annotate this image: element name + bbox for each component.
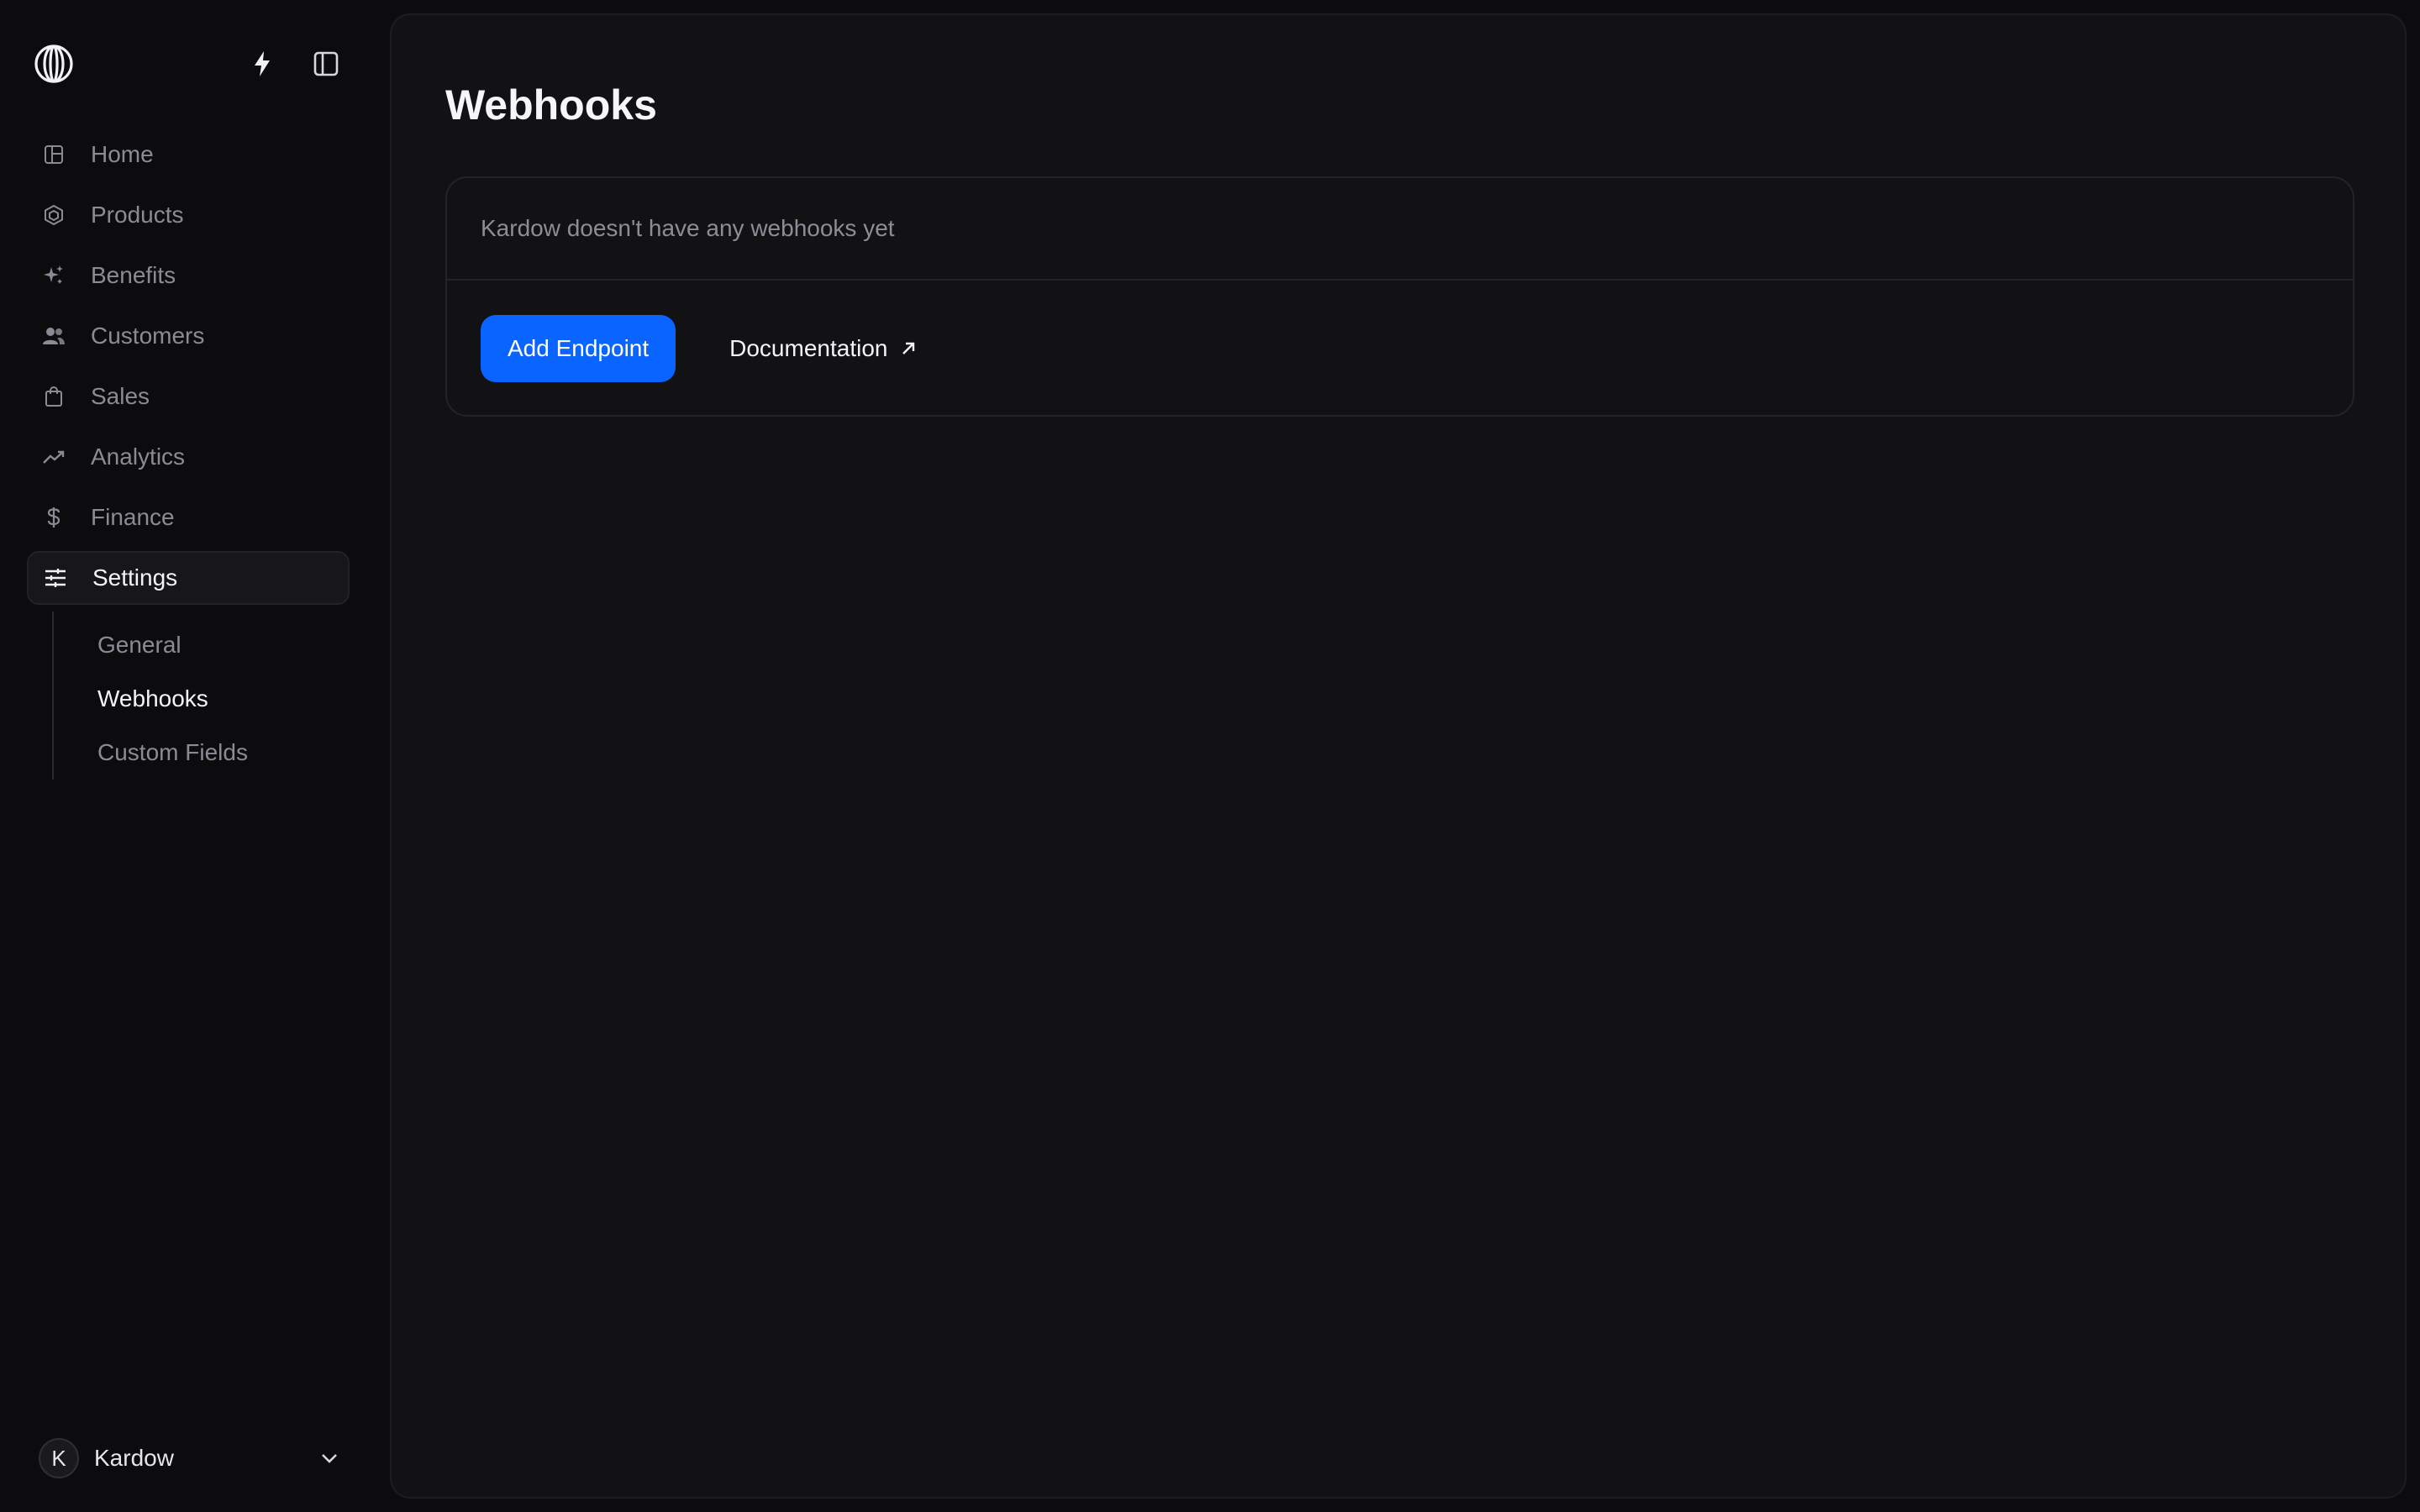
users-icon: [42, 324, 66, 348]
page-title: Webhooks: [445, 81, 657, 129]
sidebar-item-label: Analytics: [91, 444, 186, 470]
sidebar-item-products[interactable]: Products: [27, 188, 350, 242]
settings-subnav: General Webhooks Custom Fields: [52, 612, 338, 780]
sidebar-item-home[interactable]: Home: [27, 128, 350, 181]
sidebar-item-label: Benefits: [91, 262, 176, 288]
sidebar-item-label: Customers: [91, 323, 205, 349]
subnav-item-general[interactable]: General: [54, 618, 338, 672]
sidebar-item-sales[interactable]: Sales: [27, 370, 350, 423]
shopping-bag-icon: [42, 385, 66, 408]
sidebar-item-label: Products: [91, 202, 184, 228]
sidebar-item-label: Finance: [91, 504, 175, 530]
dollar-icon: [42, 506, 66, 529]
chevron-down-icon: [318, 1446, 341, 1470]
polar-logo-icon[interactable]: [34, 44, 74, 84]
account-name: Kardow: [94, 1445, 174, 1471]
sidebar-item-customers[interactable]: Customers: [27, 309, 350, 363]
documentation-label: Documentation: [729, 335, 888, 361]
subnav-item-label: Webhooks: [97, 685, 208, 711]
empty-state-message: Kardow doesn't have any webhooks yet: [447, 178, 2353, 281]
sidebar-item-finance[interactable]: Finance: [27, 491, 350, 544]
sidebar-item-label: Settings: [92, 564, 178, 591]
subnav-item-custom-fields[interactable]: Custom Fields: [54, 726, 338, 780]
account-switcher[interactable]: K Kardow: [39, 1436, 341, 1480]
sliders-icon: [44, 566, 67, 590]
sidebar: Home Products Benefits Customers Sales A…: [0, 0, 388, 1512]
sidebar-item-settings[interactable]: Settings: [27, 551, 350, 605]
card-actions: Add Endpoint Documentation: [447, 281, 2353, 417]
sidebar-toggle-icon[interactable]: [309, 47, 343, 81]
subnav-item-webhooks[interactable]: Webhooks: [54, 672, 338, 726]
sidebar-nav: Home Products Benefits Customers Sales A…: [27, 128, 350, 780]
avatar: K: [39, 1438, 79, 1478]
sparkles-icon: [42, 264, 66, 287]
bolt-icon[interactable]: [245, 47, 279, 81]
products-hex-icon: [42, 203, 66, 227]
sidebar-item-label: Sales: [91, 383, 150, 409]
trending-up-icon: [42, 445, 66, 469]
main-panel: Webhooks Kardow doesn't have any webhook…: [390, 13, 2407, 1499]
sidebar-item-label: Home: [91, 141, 154, 167]
app-root: Home Products Benefits Customers Sales A…: [0, 0, 2420, 1512]
sidebar-item-benefits[interactable]: Benefits: [27, 249, 350, 302]
documentation-link[interactable]: Documentation: [729, 335, 919, 362]
add-endpoint-button[interactable]: Add Endpoint: [481, 315, 676, 382]
subnav-item-label: Custom Fields: [97, 739, 248, 765]
webhooks-card: Kardow doesn't have any webhooks yet Add…: [445, 176, 2354, 417]
sidebar-item-analytics[interactable]: Analytics: [27, 430, 350, 484]
subnav-item-label: General: [97, 632, 182, 658]
home-grid-icon: [42, 143, 66, 166]
arrow-up-right-icon: [897, 338, 919, 360]
